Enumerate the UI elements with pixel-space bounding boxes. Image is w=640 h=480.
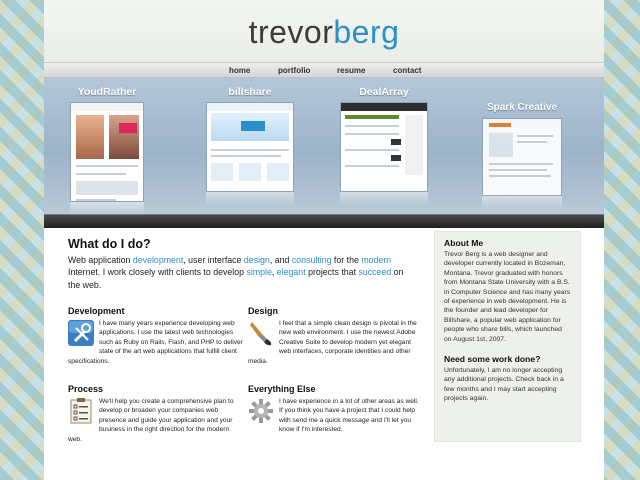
feature-title: Design [248, 306, 279, 316]
site-logo[interactable]: trevorberg [44, 14, 604, 50]
project-dealarray[interactable]: DealArray [340, 86, 428, 206]
project-thumbnail [70, 102, 144, 202]
logo-second-part: berg [333, 14, 400, 50]
thumb-reflection [206, 192, 294, 206]
keyword-development[interactable]: development [133, 255, 183, 265]
feature-development: Development I have many years experience… [68, 306, 243, 366]
project-title: Spark Creative [486, 102, 558, 113]
thumb-row [76, 181, 138, 195]
thumb-bar [345, 115, 399, 119]
keyword-elegant: elegant [276, 267, 306, 278]
main-nav: home portfolio resume contact [44, 62, 604, 78]
feature-title: Development [68, 306, 125, 316]
thumb-line [345, 125, 399, 127]
project-title: billshare [228, 86, 272, 98]
thumb-header [341, 103, 427, 111]
thumb-product [391, 139, 401, 145]
feature-title: Process [68, 384, 104, 394]
site-header: trevorberg [44, 0, 604, 62]
feature-body: I have many years experience developing … [68, 319, 243, 366]
work-text: Unfortunately, I am no longer accepting … [444, 367, 564, 403]
thumb-logo [489, 123, 511, 127]
nav-portfolio[interactable]: portfolio [278, 64, 310, 77]
feature-design: Design I feel that a simple clean design… [248, 306, 423, 366]
thumb-box [239, 163, 261, 181]
about-text: Trevor Berg is a web designer and develo… [444, 251, 571, 343]
thumb-line [76, 199, 116, 201]
tools-icon [68, 320, 94, 346]
content-column: What do I do? Web application developmen… [68, 236, 418, 291]
keyword-simple: simple [246, 267, 272, 278]
intro-text: for the [331, 255, 362, 265]
feature-text: I have many years experience developing … [68, 320, 243, 365]
showcase-separator [44, 214, 604, 228]
project-title: DealArray [359, 86, 409, 98]
portfolio-showcase: YoudRather billshare DealArray Spark Cre… [44, 78, 604, 216]
project-title: YoudRather [77, 86, 137, 98]
feature-process: Process We'll help you create a comprehe… [68, 384, 243, 444]
thumb-product [391, 155, 401, 161]
page-container: trevorberg home portfolio resume contact… [44, 0, 604, 480]
feature-text: I have experience in a lot of other area… [279, 398, 419, 434]
thumb-photo-right [109, 115, 139, 159]
thumb-box [267, 163, 289, 181]
intro-text: , and [269, 255, 292, 265]
main-content: What do I do? Web application developmen… [44, 228, 604, 479]
project-thumbnail [206, 102, 294, 192]
thumb-sidebar [405, 115, 423, 175]
nav-contact[interactable]: contact [393, 64, 421, 77]
feature-body: I have experience in a lot of other area… [248, 397, 423, 435]
thumb-line [517, 141, 547, 143]
thumb-line [345, 165, 399, 167]
checklist-icon [68, 398, 94, 424]
thumb-header [71, 103, 143, 111]
feature-body: We'll help you create a comprehensive pl… [68, 397, 243, 444]
project-thumbnail [340, 102, 428, 192]
gear-icon [248, 398, 274, 424]
paintbrush-icon [248, 320, 274, 346]
project-youdrather[interactable]: YoudRather [70, 86, 144, 216]
logo-first-part: trevor [248, 14, 334, 50]
thumb-reflection [482, 196, 562, 210]
thumb-image [489, 133, 513, 157]
thumb-logo [241, 121, 265, 131]
keyword-modern: modern [361, 255, 392, 265]
thumb-line [489, 163, 553, 165]
page-title: What do I do? [68, 237, 151, 251]
intro-text: Internet. I work closely with clients to… [68, 267, 247, 278]
feature-body: I feel that a simple clean design is piv… [248, 319, 423, 366]
intro-text: Web application [68, 255, 133, 265]
thumb-line [211, 149, 289, 151]
thumb-reflection [70, 202, 144, 216]
about-title: About Me [444, 238, 484, 248]
thumb-line [76, 173, 126, 175]
nav-resume[interactable]: resume [337, 64, 365, 77]
intro-text: , user interface [183, 255, 244, 265]
project-billshare[interactable]: billshare [206, 86, 294, 206]
project-thumbnail [482, 118, 562, 196]
thumb-line [489, 169, 547, 171]
thumb-line [517, 135, 553, 137]
thumb-box [211, 163, 233, 181]
thumb-photo-left [76, 115, 104, 159]
keyword-design[interactable]: design [244, 255, 270, 265]
thumb-badge [119, 123, 137, 133]
intro-text: projects that [305, 267, 359, 278]
intro-paragraph: Web application development, user interf… [68, 254, 418, 291]
feature-title: Everything Else [248, 384, 316, 394]
nav-home[interactable]: home [229, 64, 250, 77]
thumb-reflection [340, 192, 428, 206]
thumb-line [211, 155, 281, 157]
feature-everything-else: Everything Else I have experience in a l… [248, 384, 423, 435]
thumb-line [76, 165, 138, 167]
work-title: Need some work done? [444, 354, 541, 365]
sidebar: About Me Trevor Berg is a web designer a… [434, 231, 581, 442]
thumb-line [345, 133, 399, 135]
project-spark-creative[interactable]: Spark Creative [482, 102, 562, 210]
thumb-header [207, 103, 293, 111]
thumb-line [345, 149, 399, 151]
keyword-consulting[interactable]: consulting [292, 255, 332, 265]
keyword-succeed: succeed [358, 267, 392, 278]
thumb-line [489, 175, 551, 177]
